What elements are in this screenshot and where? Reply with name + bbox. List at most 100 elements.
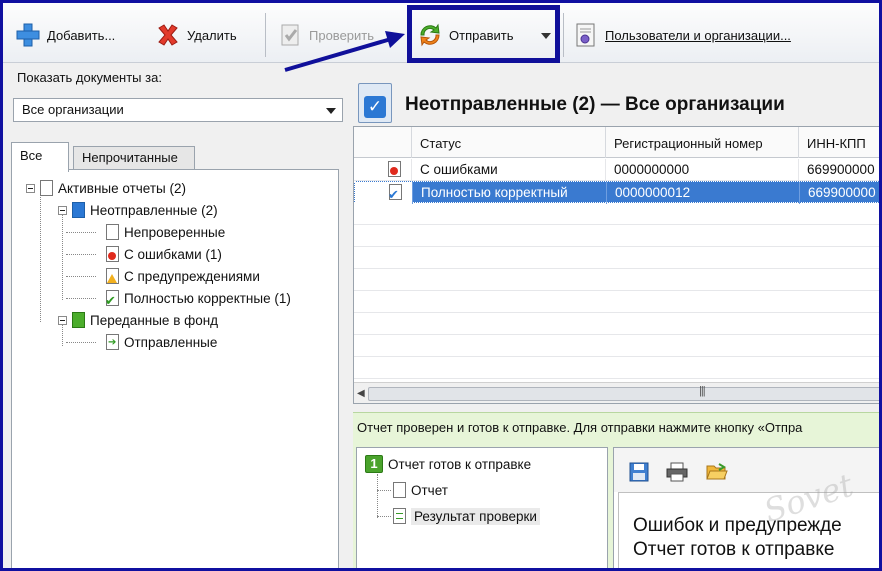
row-reg-number: 0000000012	[607, 182, 800, 204]
table-row	[354, 247, 879, 269]
add-plus-icon	[15, 22, 41, 48]
users-orgs-button-label: Пользователи и организации...	[605, 27, 791, 43]
tree-item-label: Полностью корректные (1)	[124, 290, 291, 306]
horizontal-scrollbar[interactable]: ◀ |||	[354, 382, 879, 403]
correct-document-icon: ✔	[105, 290, 119, 307]
step-report-label: Отчет	[411, 482, 448, 498]
document-icon	[40, 180, 53, 196]
tree-connector	[66, 254, 96, 255]
error-document-icon	[106, 246, 119, 262]
table-row	[354, 357, 879, 379]
table-row	[354, 203, 879, 225]
table-row	[354, 269, 879, 291]
tree-connector	[40, 192, 41, 322]
row-status-icon-cell	[354, 159, 412, 181]
row-inn-kpp: 669900000	[800, 182, 879, 204]
add-button[interactable]: Добавить...	[15, 17, 115, 53]
toolbar-separator	[563, 13, 564, 57]
users-orgs-button[interactable]: Пользователи и организации...	[573, 17, 791, 53]
tree-item-unsent[interactable]: Неотправленные (2)	[58, 200, 218, 220]
tab-all[interactable]: Все	[11, 142, 69, 172]
collapse-icon[interactable]	[58, 205, 67, 215]
save-icon[interactable]	[628, 462, 650, 482]
table-row	[354, 335, 879, 357]
tree-connector	[66, 276, 96, 277]
unsent-reports-icon: ✓	[358, 83, 392, 123]
tree-item-fund[interactable]: Переданные в фонд	[58, 310, 218, 330]
toolbar-separator	[265, 13, 266, 57]
reports-tree: Активные отчеты (2) Неотправленные (2) Н…	[11, 169, 339, 568]
delete-button-label: Удалить	[187, 27, 237, 43]
report-preview: Ошибок и предупрежде Отчет готов к отпра…	[613, 447, 879, 568]
tree-item-label: Непроверенные	[124, 224, 226, 240]
collapse-icon[interactable]	[26, 183, 35, 193]
tree-item-label: С предупреждениями	[124, 268, 260, 284]
step-ready-item[interactable]: 1 Отчет готов к отправке	[365, 454, 531, 474]
grid-header-status[interactable]: Статус	[412, 127, 606, 158]
send-button-highlight	[407, 5, 560, 63]
scroll-left-icon[interactable]: ◀	[357, 388, 365, 399]
row-status: Полностью корректный	[413, 182, 607, 204]
tree-connector	[66, 298, 96, 299]
tree-item-label: Неотправленные (2)	[90, 202, 218, 218]
check-steps-tree: 1 Отчет готов к отправке Отчет Результат…	[356, 447, 608, 568]
organization-select-value: Все организации	[22, 102, 124, 117]
tree-item-errors[interactable]: С ошибками (1)	[106, 244, 222, 264]
page-title: Неотправленные (2) — Все организации	[405, 94, 785, 115]
preview-line-1: Ошибок и предупрежде	[633, 515, 842, 536]
step-result-item[interactable]: Результат проверки	[393, 506, 540, 526]
pointer-arrow-icon	[284, 31, 405, 72]
delete-button[interactable]: Удалить	[155, 17, 237, 53]
grid-header: Статус Регистрационный номер ИНН-КПП	[354, 127, 879, 158]
tree-item-warnings[interactable]: С предупреждениями	[106, 266, 260, 286]
status-info-text: Отчет проверен и готов к отправке. Для о…	[357, 420, 803, 435]
organization-select[interactable]: Все организации	[13, 98, 343, 122]
document-icon	[393, 482, 406, 498]
status-info-bar: Отчет проверен и готов к отправке. Для о…	[353, 412, 879, 440]
tree-item-unchecked[interactable]: Непроверенные	[106, 222, 225, 242]
table-row[interactable]: С ошибками 0000000000 669900000	[354, 159, 879, 181]
tree-item-label: Отправленные	[124, 334, 218, 350]
scrollbar-thumb[interactable]	[368, 387, 879, 401]
fund-document-icon	[72, 312, 85, 328]
collapse-icon[interactable]	[58, 315, 67, 325]
tree-connector	[66, 342, 96, 343]
tree-item-correct[interactable]: ✔ Полностью корректные (1)	[105, 288, 291, 308]
step-report-item[interactable]: Отчет	[393, 480, 448, 500]
row-status: С ошибками	[412, 159, 606, 181]
table-row[interactable]: ✔ Полностью корректный 0000000012 669900…	[354, 181, 879, 204]
row-reg-number: 0000000000	[606, 159, 799, 181]
result-document-icon	[393, 508, 406, 524]
delete-x-icon	[155, 22, 181, 48]
tree-item-active-reports[interactable]: Активные отчеты (2)	[26, 178, 186, 198]
tree-connector	[377, 516, 391, 517]
add-button-label: Добавить...	[47, 27, 116, 43]
tab-all-label: Все	[20, 148, 43, 163]
tree-item-label: С ошибками (1)	[124, 246, 222, 262]
error-document-icon	[388, 161, 401, 177]
tree-connector	[66, 232, 96, 233]
tab-unread-label: Непрочитанные	[82, 150, 178, 165]
preview-line-2: Отчет готов к отправке	[633, 539, 835, 560]
open-folder-icon[interactable]	[706, 462, 728, 482]
tree-item-sent[interactable]: ➔ Отправленные	[106, 332, 217, 352]
users-document-icon	[573, 22, 599, 48]
warning-document-icon	[106, 268, 119, 284]
tab-unread[interactable]: Непрочитанные	[73, 146, 195, 170]
print-icon[interactable]	[666, 462, 688, 482]
correct-document-icon: ✔	[388, 184, 402, 201]
chevron-down-icon	[326, 108, 336, 114]
step-number-badge: 1	[365, 455, 383, 473]
application-window: Добавить... Удалить Проверить Отправить	[0, 0, 882, 571]
grid-header-inn-kpp[interactable]: ИНН-КПП	[799, 127, 879, 158]
tree-connector	[377, 490, 391, 491]
step-result-label: Результат проверки	[411, 507, 540, 525]
grid-header-reg-number[interactable]: Регистрационный номер	[606, 127, 799, 158]
step-ready-label: Отчет готов к отправке	[388, 456, 532, 472]
tree-connector	[62, 214, 63, 300]
table-row	[354, 225, 879, 247]
table-row	[354, 313, 879, 335]
grid-header-icon-col	[354, 127, 412, 158]
document-icon	[106, 224, 119, 240]
table-row	[354, 291, 879, 313]
